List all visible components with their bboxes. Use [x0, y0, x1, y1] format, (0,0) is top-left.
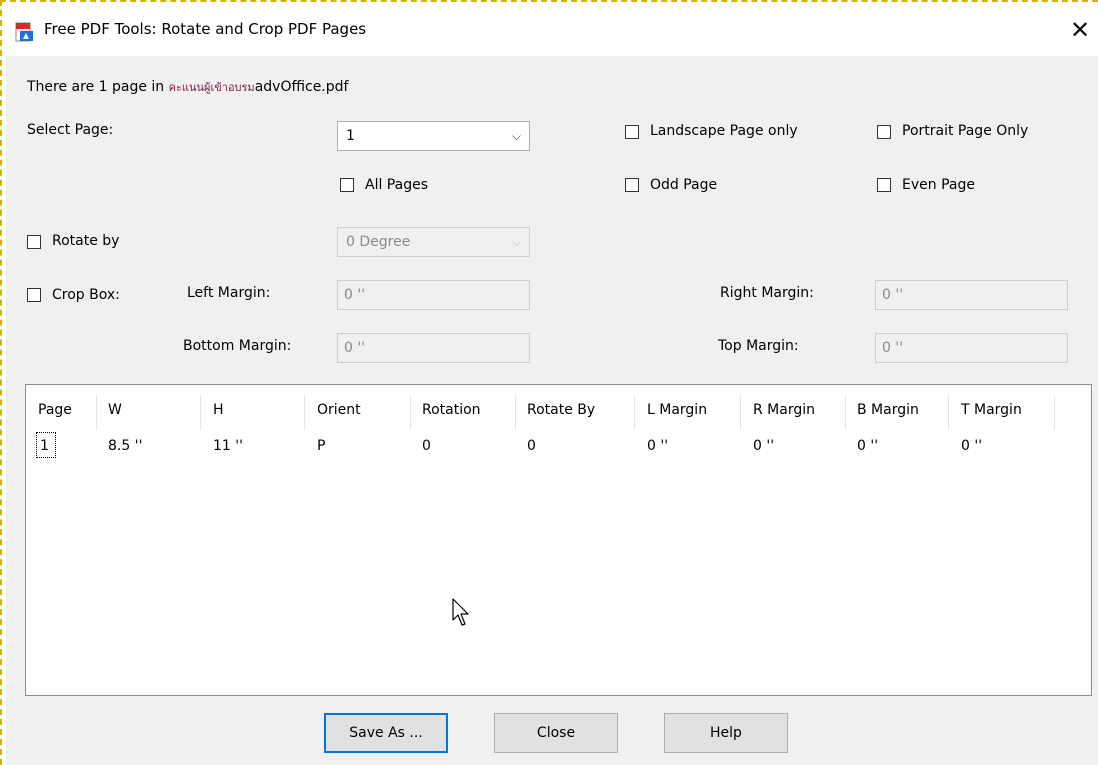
- odd-page-label: Odd Page: [650, 177, 718, 193]
- even-page-label: Even Page: [902, 177, 975, 193]
- help-button[interactable]: Help: [664, 713, 788, 753]
- landscape-only-label: Landscape Page only: [650, 123, 798, 139]
- window-title: Free PDF Tools: Rotate and Crop PDF Page…: [44, 20, 367, 38]
- right-margin-field[interactable]: 0 '': [875, 280, 1068, 310]
- odd-page-checkbox[interactable]: [625, 178, 639, 192]
- column-header-w[interactable]: W: [108, 402, 122, 418]
- landscape-only-checkbox[interactable]: [625, 125, 639, 139]
- table-cell-r-margin: 0 '': [753, 438, 775, 454]
- table-cell-orient: P: [317, 438, 326, 454]
- top-margin-field[interactable]: 0 '': [875, 333, 1068, 363]
- rotate-degree-value: 0 Degree: [346, 234, 411, 250]
- info-filename: advOffice.pdf: [254, 79, 349, 95]
- portrait-only-checkbox[interactable]: [877, 125, 891, 139]
- column-header-rotation[interactable]: Rotation: [422, 402, 481, 418]
- pages-list[interactable]: [25, 384, 1092, 696]
- column-divider: [634, 396, 635, 430]
- chevron-down-icon: ⌵: [511, 129, 521, 143]
- column-divider: [410, 396, 411, 430]
- top-margin-label: Top Margin:: [718, 338, 799, 354]
- column-divider: [845, 396, 846, 430]
- all-pages-label: All Pages: [365, 177, 428, 193]
- page-count-info: There are 1 page in คะแนนผู้เข้าอบรมadvO…: [27, 78, 348, 96]
- table-cell-w: 8.5 '': [108, 438, 143, 454]
- table-cell-rotate-by: 0: [527, 438, 536, 454]
- column-divider: [1054, 396, 1055, 430]
- column-header-orient[interactable]: Orient: [317, 402, 361, 418]
- crop-box-label: Crop Box:: [52, 287, 120, 303]
- column-divider: [740, 396, 741, 430]
- select-page-value: 1: [346, 128, 355, 144]
- table-cell-page[interactable]: 1: [40, 438, 49, 454]
- pdf-tool-icon: [14, 22, 34, 42]
- column-divider: [96, 396, 97, 430]
- table-cell-t-margin: 0 '': [961, 438, 983, 454]
- select-page-dropdown[interactable]: 1 ⌵: [337, 121, 530, 151]
- column-divider: [200, 396, 201, 430]
- save-as-button[interactable]: Save As ...: [324, 713, 448, 753]
- column-header-page[interactable]: Page: [38, 402, 72, 418]
- column-header-rotate-by[interactable]: Rotate By: [527, 402, 595, 418]
- select-page-label: Select Page:: [27, 122, 114, 138]
- info-filename-thai: คะแนนผู้เข้าอบรม: [168, 81, 255, 94]
- bottom-margin-field[interactable]: 0 '': [337, 333, 530, 363]
- info-text-prefix: There are 1 page in: [27, 79, 169, 95]
- column-header-l-margin[interactable]: L Margin: [647, 402, 707, 418]
- portrait-only-label: Portrait Page Only: [902, 123, 1029, 139]
- chevron-down-icon: ⌵: [511, 235, 521, 249]
- close-button[interactable]: Close: [494, 713, 618, 753]
- column-divider: [948, 396, 949, 430]
- rotate-by-label: Rotate by: [52, 233, 120, 249]
- bottom-margin-label: Bottom Margin:: [183, 338, 292, 354]
- column-header-t-margin[interactable]: T Margin: [961, 402, 1022, 418]
- column-divider: [515, 396, 516, 430]
- rotate-by-checkbox[interactable]: [27, 235, 41, 249]
- table-cell-b-margin: 0 '': [857, 438, 879, 454]
- left-margin-field[interactable]: 0 '': [337, 280, 530, 310]
- table-cell-l-margin: 0 '': [647, 438, 669, 454]
- column-divider: [304, 396, 305, 430]
- close-window-icon[interactable]: ✕: [1066, 14, 1094, 46]
- rotate-degree-dropdown[interactable]: 0 Degree ⌵: [337, 227, 530, 257]
- right-margin-label: Right Margin:: [720, 285, 814, 301]
- column-header-r-margin[interactable]: R Margin: [753, 402, 815, 418]
- selection-border-top: [0, 0, 1098, 2]
- table-cell-rotation: 0: [422, 438, 431, 454]
- crop-box-checkbox[interactable]: [27, 288, 41, 302]
- mouse-cursor-icon: [452, 598, 472, 632]
- left-margin-label: Left Margin:: [187, 285, 271, 301]
- even-page-checkbox[interactable]: [877, 178, 891, 192]
- table-cell-h: 11 '': [213, 438, 243, 454]
- column-header-h[interactable]: H: [213, 402, 224, 418]
- all-pages-checkbox[interactable]: [340, 178, 354, 192]
- column-header-b-margin[interactable]: B Margin: [857, 402, 919, 418]
- selection-border-left: [0, 0, 2, 765]
